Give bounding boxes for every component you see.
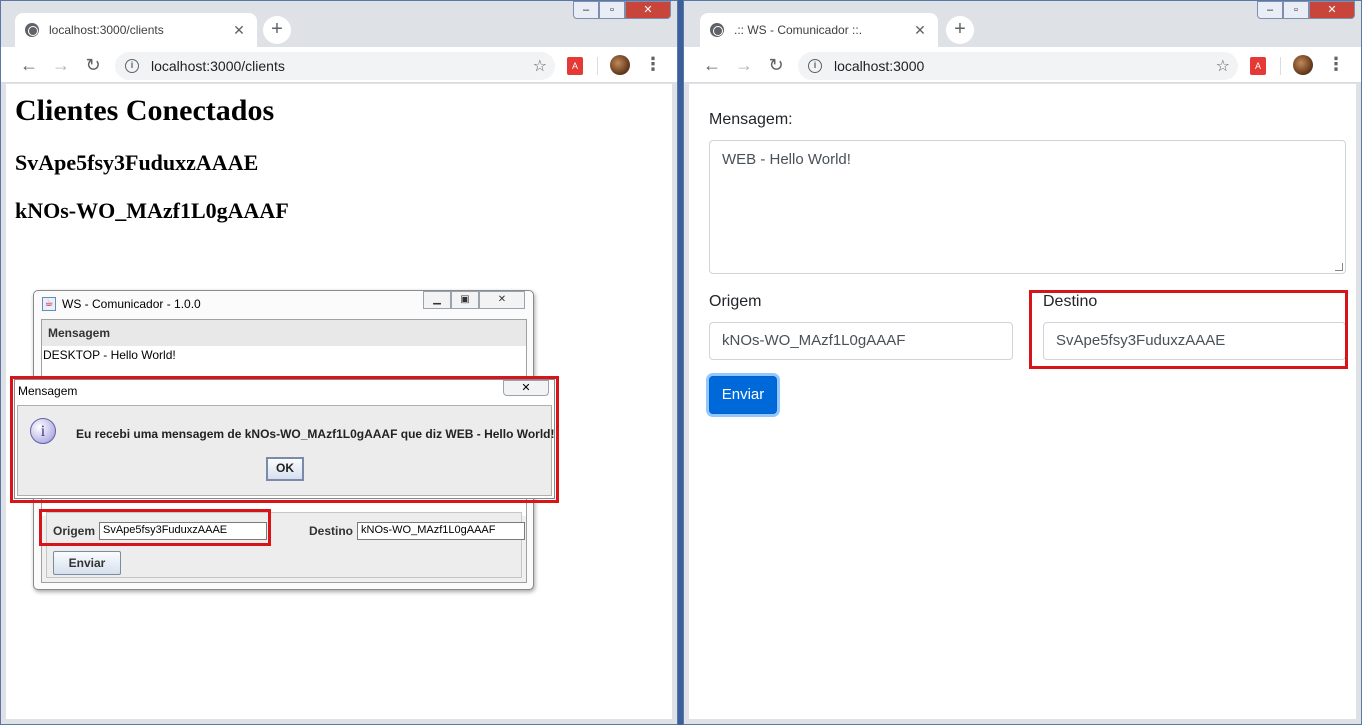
destino-highlight-box (1029, 290, 1348, 369)
message-textarea[interactable]: WEB - Hello World! (709, 140, 1346, 274)
java-close-button[interactable]: ✕ (479, 291, 525, 309)
browser-toolbar: ← → ↻ i localhost:3000/clients ☆ A ⋮ (1, 47, 677, 83)
maximize-button[interactable]: ▫ (599, 1, 625, 19)
new-tab-button[interactable]: + (263, 16, 291, 44)
window-controls: – ▫ ✕ (1257, 1, 1355, 19)
globe-icon (710, 23, 724, 37)
profile-avatar[interactable] (610, 55, 630, 75)
url-text: localhost:3000 (834, 58, 925, 74)
page-title: Clientes Conectados (15, 94, 275, 127)
back-arrow-icon[interactable]: ← (17, 53, 41, 77)
address-bar[interactable]: i localhost:3000 ☆ (798, 52, 1238, 80)
message-label: Mensagem: (709, 111, 793, 128)
toolbar-separator (1280, 57, 1281, 75)
close-window-button[interactable]: ✕ (1309, 1, 1355, 19)
java-send-button[interactable]: Enviar (53, 551, 121, 575)
tab-comunicador[interactable]: .:: WS - Comunicador ::. ✕ (700, 13, 938, 47)
java-message-label: Mensagem (42, 320, 526, 346)
page-content: Mensagem: WEB - Hello World! Origem kNOs… (689, 84, 1356, 719)
tab-clients[interactable]: localhost:3000/clients ✕ (15, 13, 257, 47)
java-destino-field[interactable]: kNOs-WO_MAzf1L0gAAAF (357, 522, 525, 540)
java-window-title: WS - Comunicador - 1.0.0 (62, 297, 201, 311)
reload-icon[interactable]: ↻ (764, 53, 788, 77)
window-controls: – ▫ ✕ (573, 1, 671, 19)
tab-close-icon[interactable]: ✕ (912, 22, 928, 39)
info-icon[interactable]: i (125, 59, 139, 73)
tab-title: .:: WS - Comunicador ::. (734, 23, 863, 37)
close-window-button[interactable]: ✕ (625, 1, 671, 19)
java-maximize-button[interactable]: ▣ (451, 291, 479, 309)
globe-icon (25, 23, 39, 37)
java-window-controls: ▁ ▣ ✕ (423, 291, 525, 309)
java-minimize-button[interactable]: ▁ (423, 291, 451, 309)
profile-avatar[interactable] (1293, 55, 1313, 75)
origem-highlight-box (39, 509, 271, 546)
minimize-button[interactable]: – (573, 1, 599, 19)
tab-strip: localhost:3000/clients ✕ + – ▫ ✕ (1, 1, 677, 47)
new-tab-button[interactable]: + (946, 16, 974, 44)
reload-icon[interactable]: ↻ (81, 53, 105, 77)
forward-arrow-icon[interactable]: → (732, 53, 756, 77)
send-button[interactable]: Enviar (709, 376, 777, 414)
tab-close-icon[interactable]: ✕ (231, 22, 247, 39)
tab-title: localhost:3000/clients (49, 23, 164, 37)
url-text: localhost:3000/clients (151, 58, 285, 74)
maximize-button[interactable]: ▫ (1283, 1, 1309, 19)
origem-label: Origem (709, 293, 762, 310)
toolbar-separator (597, 57, 598, 75)
info-icon[interactable]: i (808, 59, 822, 73)
origem-field[interactable]: kNOs-WO_MAzf1L0gAAAF (709, 322, 1013, 360)
resize-grip-icon[interactable] (1335, 263, 1343, 271)
menu-kebab-icon[interactable]: ⋮ (1327, 55, 1345, 75)
client-id-1: SvApe5fsy3FuduxzAAAE (15, 150, 259, 175)
message-textarea-value: WEB - Hello World! (722, 151, 851, 168)
menu-kebab-icon[interactable]: ⋮ (644, 55, 662, 75)
java-coffee-icon: ☕ (42, 297, 56, 311)
back-arrow-icon[interactable]: ← (700, 53, 724, 77)
tab-strip: .:: WS - Comunicador ::. ✕ + – ▫ ✕ (684, 1, 1361, 47)
forward-arrow-icon[interactable]: → (49, 53, 73, 77)
minimize-button[interactable]: – (1257, 1, 1283, 19)
address-bar[interactable]: i localhost:3000/clients ☆ (115, 52, 555, 80)
pdf-extension-icon[interactable]: A (567, 57, 583, 75)
bookmark-star-icon[interactable]: ☆ (533, 56, 547, 76)
pdf-extension-icon[interactable]: A (1250, 57, 1266, 75)
dialog-highlight-box (10, 376, 559, 503)
bookmark-star-icon[interactable]: ☆ (1216, 56, 1230, 76)
java-destino-label: Destino (309, 524, 354, 538)
browser-toolbar: ← → ↻ i localhost:3000 ☆ A ⋮ (684, 47, 1361, 83)
client-id-2: kNOs-WO_MAzf1L0gAAAF (15, 198, 289, 223)
